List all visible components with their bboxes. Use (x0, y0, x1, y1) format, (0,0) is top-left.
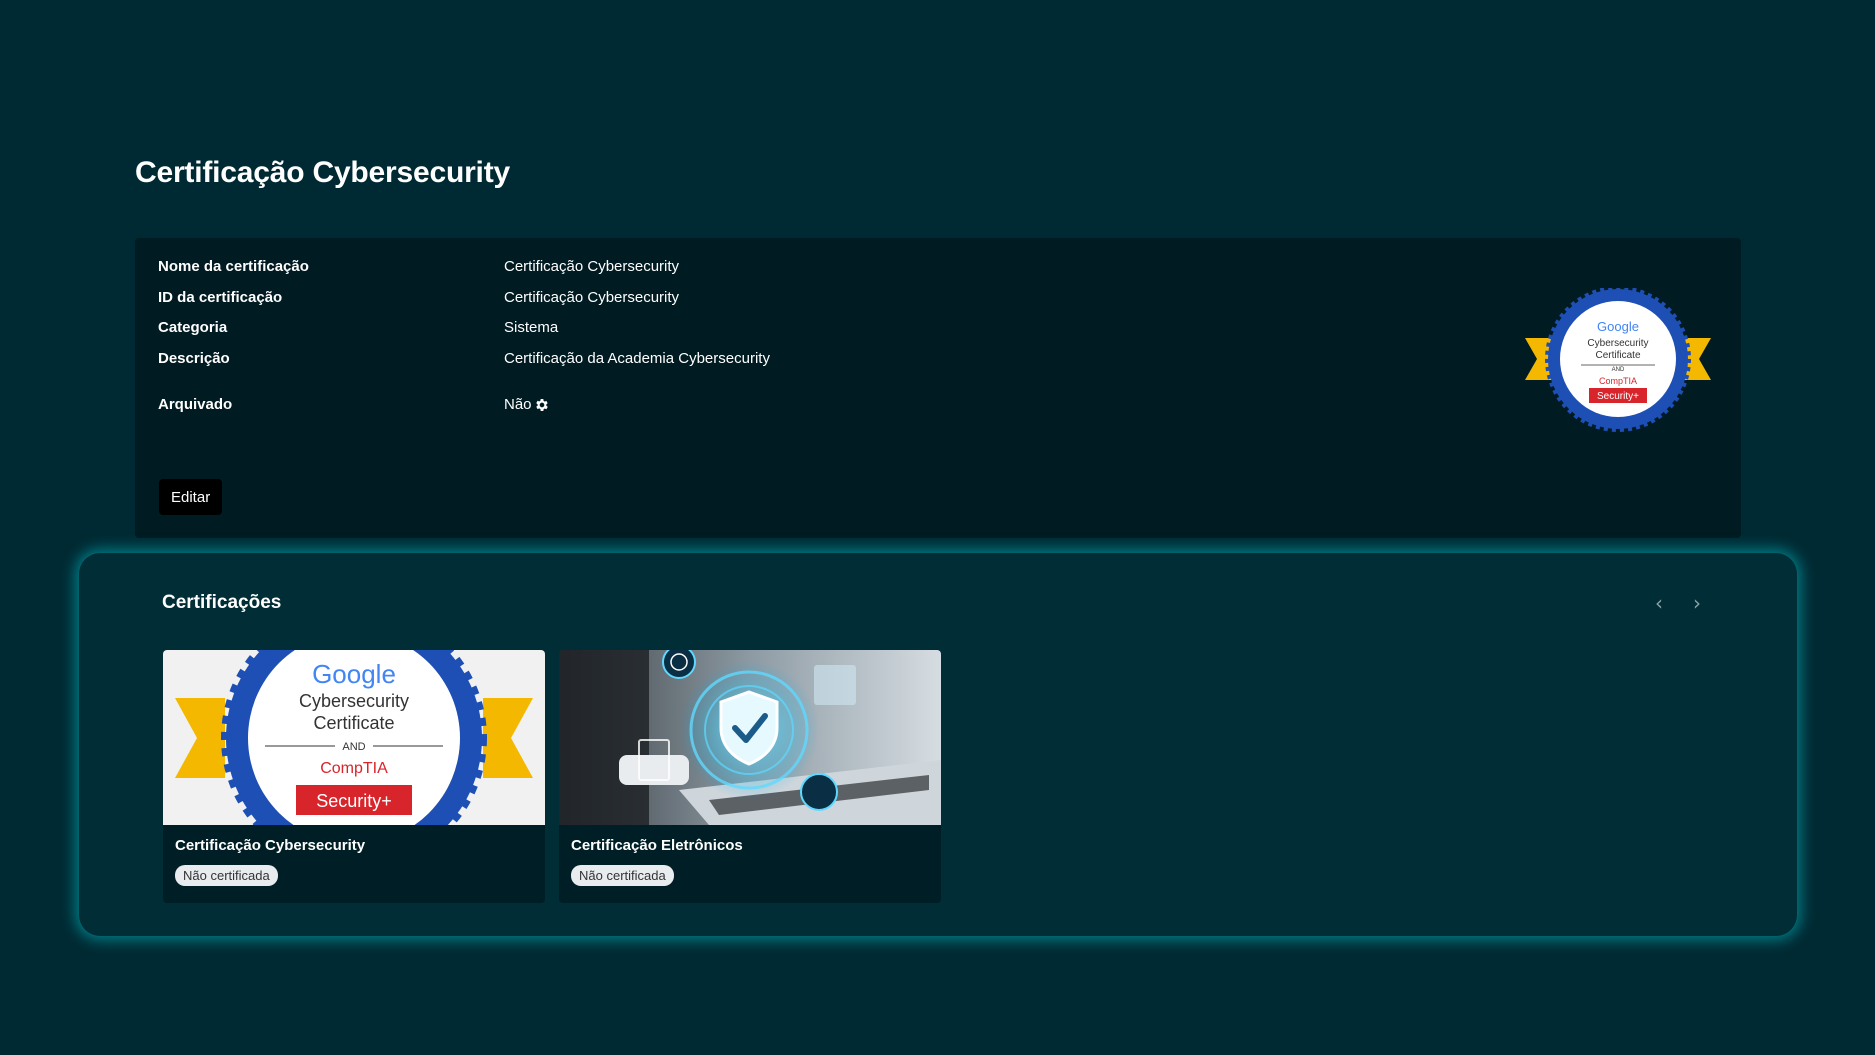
certification-card-cybersecurity[interactable]: Google Cybersecurity Certificate AND Com… (163, 650, 545, 903)
certifications-panel: Certificações ‹ › Google Cybersecurity C… (78, 552, 1798, 937)
detail-row-name: Nome da certificação Certificação Cybers… (158, 257, 679, 277)
detail-label: Descrição (158, 350, 230, 367)
status-badge: Não certificada (175, 865, 278, 886)
badge-and: AND (1612, 367, 1625, 373)
card-image-and: AND (342, 741, 365, 753)
certification-card-eletronicos[interactable]: Certificação Eletrônicos Não certificada (559, 650, 941, 903)
detail-row-description: Descrição Certificação da Academia Cyber… (158, 349, 770, 369)
certification-card-image: Google Cybersecurity Certificate AND Com… (163, 650, 545, 825)
detail-label: Arquivado (158, 396, 233, 413)
badge-partner: CompTIA (1599, 376, 1637, 386)
carousel-next-button[interactable]: › (1682, 590, 1712, 616)
card-image-line1: Cybersecurity (299, 691, 409, 711)
users-icon (814, 665, 856, 705)
detail-value: Certificação Cybersecurity (504, 289, 680, 306)
detail-row-category: Categoria Sistema (158, 318, 558, 338)
edit-button[interactable]: Editar (159, 479, 223, 515)
detail-label: Categoria (158, 319, 228, 336)
badge-line2: Certificate (1595, 350, 1640, 361)
certification-details-card: Nome da certificação Certificação Cybers… (135, 238, 1741, 538)
detail-label: Nome da certificação (158, 258, 309, 275)
suit-sleeve (559, 650, 649, 825)
detail-label: ID da certificação (158, 289, 283, 306)
certification-card-name: Certificação Eletrônicos (571, 837, 743, 854)
certification-card-image (559, 650, 941, 825)
certification-badge-logo: Google Cybersecurity Certificate AND Com… (1525, 288, 1711, 432)
analytics-gear-icon (800, 773, 838, 811)
gear-icon[interactable] (534, 397, 550, 413)
certification-card-name: Certificação Cybersecurity (175, 837, 366, 854)
page: Certificação Cybersecurity Nome da certi… (0, 0, 1875, 1055)
card-image-partner: CompTIA (320, 760, 388, 777)
detail-value-archived: Não (504, 395, 550, 415)
card-image-brand: Google (312, 659, 396, 689)
detail-row-archived: Arquivado Não (158, 395, 550, 415)
badge-line1: Cybersecurity (1587, 338, 1648, 349)
detail-value: Sistema (504, 319, 559, 336)
detail-value: Certificação Cybersecurity (504, 258, 680, 275)
page-title: Certificação Cybersecurity (135, 156, 510, 189)
status-badge: Não certificada (571, 865, 674, 886)
panel-title: Certificações (162, 592, 282, 613)
badge-ribbon: Security+ (1597, 391, 1639, 402)
carousel-prev-button[interactable]: ‹ (1644, 590, 1674, 616)
detail-value: Certificação da Academia Cybersecurity (504, 350, 770, 367)
badge-brand: Google (1597, 319, 1639, 334)
archived-value: Não (504, 396, 532, 413)
card-image-ribbon: Security+ (316, 791, 392, 811)
card-image-line2: Certificate (313, 713, 394, 733)
detail-row-id: ID da certificação Certificação Cybersec… (158, 288, 679, 308)
